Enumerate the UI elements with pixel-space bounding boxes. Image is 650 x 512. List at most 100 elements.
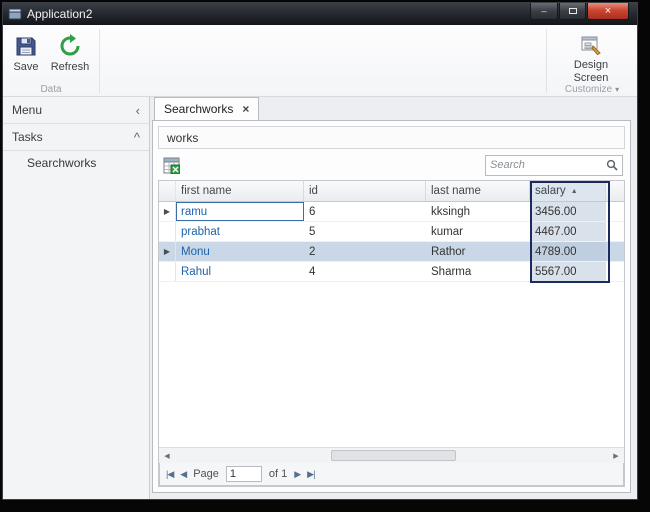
- minimize-button[interactable]: –: [530, 3, 558, 20]
- column-header-first-name[interactable]: first name: [176, 181, 304, 201]
- data-group-caption: Data: [40, 84, 62, 95]
- grid-header-row: first name id last name salary ▲: [159, 181, 624, 202]
- sidebar-item-searchworks[interactable]: Searchworks: [3, 151, 149, 174]
- save-label: Save: [13, 61, 39, 73]
- cell-last-name[interactable]: Rathor: [426, 242, 530, 261]
- column-header-salary[interactable]: salary ▲: [530, 181, 606, 201]
- searchworks-panel: works Search first name id last name sal…: [152, 120, 631, 493]
- row-indicator-cell: [159, 222, 176, 241]
- customize-group-caption: Customize ▾: [549, 84, 635, 95]
- menu-label: Menu: [12, 103, 43, 117]
- horizontal-scrollbar[interactable]: ◀ ▶: [159, 447, 624, 463]
- cell-last-name[interactable]: kksingh: [426, 202, 530, 221]
- page-of-label: of 1: [268, 468, 288, 480]
- row-filler-cell: [606, 202, 624, 221]
- row-indicator-icon: ▶: [159, 202, 176, 221]
- page-number-input[interactable]: [225, 466, 262, 482]
- close-button[interactable]: ×: [587, 3, 629, 20]
- grid-toolbar: [158, 152, 625, 180]
- chevron-down-icon[interactable]: ▾: [615, 85, 619, 94]
- previous-page-button[interactable]: ◀: [180, 469, 187, 480]
- ribbon-group-separator: [99, 29, 100, 93]
- save-button[interactable]: Save: [8, 28, 44, 90]
- chevron-up-icon[interactable]: ^: [134, 130, 140, 145]
- cell-first-name[interactable]: ramu: [176, 202, 304, 221]
- table-row[interactable]: ▶ Monu 2 Rathor 4789.00: [159, 242, 624, 262]
- row-indicator-icon: ▶: [159, 242, 176, 261]
- window-title: Application2: [27, 7, 93, 21]
- header-indicator-cell: [159, 181, 176, 201]
- scroll-left-icon[interactable]: ◀: [159, 448, 175, 463]
- cell-first-name[interactable]: Monu: [176, 242, 304, 261]
- sidebar-tasks-header[interactable]: Tasks ^: [3, 124, 149, 151]
- ribbon: Save Refresh Data Design Screen Customiz…: [3, 25, 637, 97]
- close-icon: ×: [604, 5, 612, 17]
- column-header-id[interactable]: id: [304, 181, 426, 201]
- app-icon: [8, 7, 22, 21]
- search-icon[interactable]: [606, 159, 618, 171]
- last-page-button[interactable]: ▶|: [307, 469, 315, 480]
- cell-last-name[interactable]: Sharma: [426, 262, 530, 281]
- next-page-button[interactable]: ▶: [294, 469, 301, 480]
- tasks-label: Tasks: [12, 130, 43, 144]
- refresh-icon: [58, 34, 82, 58]
- cell-first-name[interactable]: prabhat: [176, 222, 304, 241]
- first-page-button[interactable]: |◀: [166, 469, 174, 480]
- cell-first-name[interactable]: Rahul: [176, 262, 304, 281]
- row-filler-cell: [606, 262, 624, 281]
- title-bar[interactable]: Application2 – ×: [3, 3, 637, 25]
- search-box[interactable]: [485, 154, 623, 176]
- table-row[interactable]: Rahul 4 Sharma 5567.00: [159, 262, 624, 282]
- refresh-label: Refresh: [50, 61, 90, 73]
- cell-salary[interactable]: 4467.00: [530, 222, 606, 241]
- tab-close-icon[interactable]: ×: [242, 102, 249, 116]
- pager: |◀ ◀ Page of 1 ▶ ▶|: [159, 463, 624, 486]
- panel-title: works: [167, 130, 199, 145]
- sidebar-menu-header[interactable]: Menu ‹: [3, 97, 149, 124]
- works-group-header: works: [158, 126, 625, 149]
- row-indicator-cell: [159, 262, 176, 281]
- maximize-icon: [568, 8, 577, 14]
- table-row[interactable]: ▶ ramu 6 kksingh 3456.00: [159, 202, 624, 222]
- cell-salary[interactable]: 5567.00: [530, 262, 606, 281]
- application-window: Application2 – × Save Refresh Data Desig…: [2, 2, 638, 500]
- maximize-button[interactable]: [559, 3, 586, 20]
- cell-salary[interactable]: 3456.00: [530, 202, 606, 221]
- cell-id[interactable]: 5: [304, 222, 426, 241]
- scrollbar-track[interactable]: [175, 448, 608, 463]
- scrollbar-thumb[interactable]: [330, 450, 457, 461]
- row-filler-cell: [606, 242, 624, 261]
- table-row[interactable]: prabhat 5 kumar 4467.00: [159, 222, 624, 242]
- scroll-right-icon[interactable]: ▶: [608, 448, 624, 463]
- cell-id[interactable]: 2: [304, 242, 426, 261]
- page-label: Page: [193, 468, 219, 480]
- sidebar: Menu ‹ Tasks ^ Searchworks: [3, 97, 150, 499]
- save-icon: [14, 34, 38, 58]
- design-screen-icon: [580, 34, 602, 56]
- sidebar-item-label: Searchworks: [27, 155, 97, 170]
- export-excel-icon: [163, 157, 180, 174]
- tab-searchworks[interactable]: Searchworks ×: [154, 97, 260, 120]
- design-screen-label: Design Screen: [573, 59, 609, 84]
- export-excel-button[interactable]: [160, 154, 182, 176]
- main-area: Menu ‹ Tasks ^ Searchworks Searchworks ×: [3, 97, 637, 499]
- sort-ascending-icon: ▲: [570, 187, 578, 195]
- search-input[interactable]: [490, 159, 606, 171]
- design-screen-button[interactable]: Design Screen: [565, 28, 617, 90]
- cell-id[interactable]: 4: [304, 262, 426, 281]
- chevron-left-icon[interactable]: ‹: [136, 103, 140, 118]
- customize-group-label: Customize: [564, 84, 613, 95]
- ribbon-group-separator: [546, 29, 547, 93]
- tab-strip: Searchworks ×: [150, 97, 637, 120]
- column-header-salary-label: salary: [535, 185, 566, 197]
- minimize-icon: –: [541, 6, 547, 16]
- data-grid: first name id last name salary ▲ ▶ ramu …: [158, 180, 625, 487]
- cell-last-name[interactable]: kumar: [426, 222, 530, 241]
- tab-label: Searchworks: [164, 102, 234, 116]
- cell-salary[interactable]: 4789.00: [530, 242, 606, 261]
- cell-id[interactable]: 6: [304, 202, 426, 221]
- content-area: Searchworks × works Search first name id…: [150, 97, 637, 499]
- column-header-last-name[interactable]: last name: [426, 181, 530, 201]
- header-filler-cell: [606, 181, 624, 201]
- refresh-button[interactable]: Refresh: [46, 28, 94, 90]
